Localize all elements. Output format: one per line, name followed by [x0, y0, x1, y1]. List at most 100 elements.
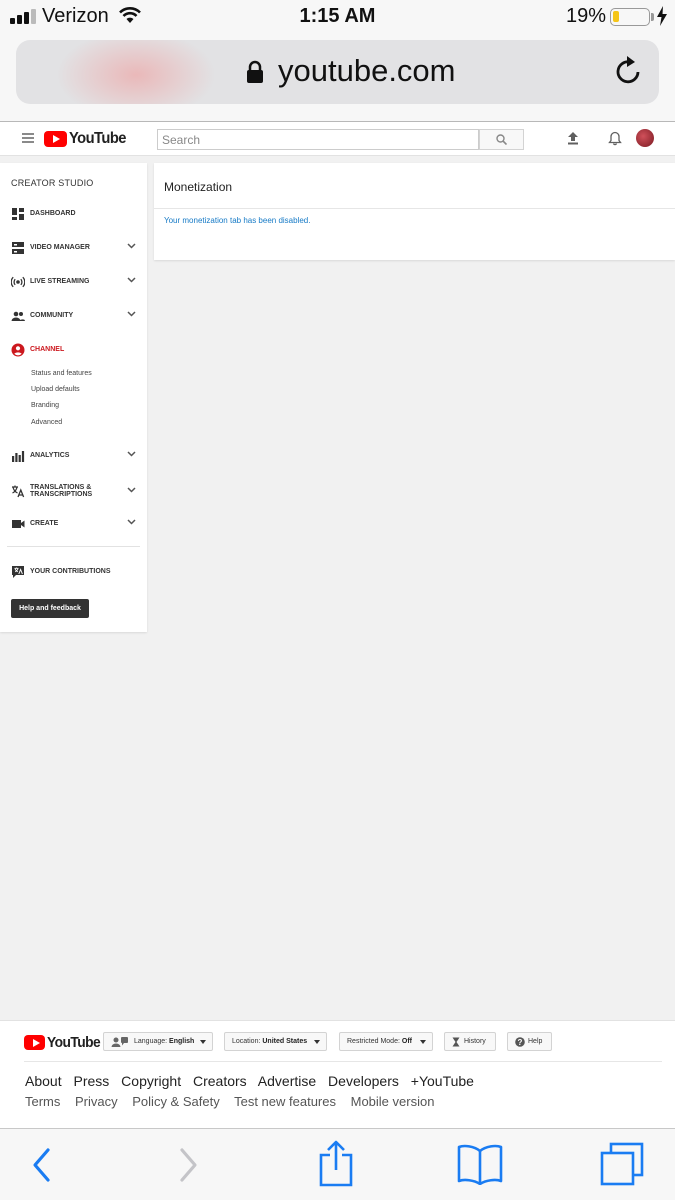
language-picker[interactable]: Language: English — [103, 1032, 213, 1051]
footer-link-advertise[interactable]: Advertise — [258, 1073, 316, 1089]
back-icon[interactable] — [28, 1145, 54, 1185]
channel-subitem-upload-defaults[interactable]: Upload defaults — [31, 386, 80, 393]
footer-link-developers[interactable]: Developers — [328, 1073, 399, 1089]
restricted-mode-picker[interactable]: Restricted Mode: Off — [339, 1032, 433, 1051]
history-button[interactable]: History — [444, 1032, 496, 1051]
address-bar[interactable]: youtube.com — [16, 40, 659, 104]
youtube-masthead: YouTube Search — [0, 122, 675, 156]
create-icon — [12, 520, 25, 528]
language-value: English — [169, 1038, 195, 1045]
chevron-down-icon[interactable] — [127, 311, 136, 317]
chevron-down-icon[interactable] — [127, 277, 136, 283]
hamburger-icon[interactable] — [22, 133, 34, 143]
sidebar-item-channel[interactable]: CHANNEL — [0, 341, 147, 361]
help-icon: ? — [515, 1037, 525, 1047]
share-icon[interactable] — [318, 1139, 354, 1187]
live-streaming-icon — [11, 276, 25, 288]
footer-link-test-new-features[interactable]: Test new features — [234, 1094, 336, 1109]
panel-divider — [154, 208, 675, 209]
caret-down-icon — [200, 1040, 206, 1044]
sidebar-item-label: DASHBOARD — [30, 210, 76, 217]
dashboard-icon — [12, 208, 24, 220]
sidebar-item-dashboard[interactable]: DASHBOARD — [0, 205, 147, 225]
help-button[interactable]: ? Help — [507, 1032, 552, 1051]
footer-link-privacy[interactable]: Privacy — [75, 1094, 118, 1109]
location-label: Location: — [232, 1038, 261, 1045]
channel-subitem-status[interactable]: Status and features — [31, 370, 92, 377]
chevron-down-icon[interactable] — [127, 243, 136, 249]
footer-link-terms[interactable]: Terms — [25, 1094, 60, 1109]
footer-link-press[interactable]: Press — [73, 1073, 109, 1089]
sidebar-item-analytics[interactable]: ANALYTICS — [0, 447, 147, 467]
play-logo-icon — [44, 131, 67, 147]
footer-youtube-logo[interactable]: YouTube — [24, 1034, 105, 1051]
forward-icon[interactable] — [176, 1145, 202, 1185]
video-manager-icon — [12, 242, 24, 254]
upload-icon[interactable] — [566, 131, 580, 145]
url-text: youtube.com — [278, 53, 456, 88]
charging-icon — [657, 6, 667, 26]
safari-toolbar — [0, 1128, 675, 1200]
youtube-logo[interactable]: YouTube — [44, 130, 131, 148]
caret-down-icon — [314, 1040, 320, 1044]
sidebar-item-translations[interactable]: TRANSLATIONS & TRANSCRIPTIONS — [0, 481, 147, 505]
sidebar-item-video-manager[interactable]: VIDEO MANAGER — [0, 239, 147, 259]
sidebar-item-label: VIDEO MANAGER — [30, 244, 90, 251]
caret-down-icon — [420, 1040, 426, 1044]
reload-icon[interactable] — [614, 54, 644, 86]
channel-subitem-branding[interactable]: Branding — [31, 402, 59, 409]
translate-icon — [12, 485, 25, 498]
search-input[interactable]: Search — [157, 129, 479, 150]
chevron-down-icon[interactable] — [127, 519, 136, 525]
sidebar-item-label: TRANSLATIONS & TRANSCRIPTIONS — [30, 484, 93, 498]
logo-text: YouTube — [47, 1034, 101, 1051]
location-picker[interactable]: Location: United States — [224, 1032, 327, 1051]
language-label: Language: — [134, 1038, 168, 1045]
sidebar-item-community[interactable]: COMMUNITY — [0, 307, 147, 327]
chevron-down-icon[interactable] — [127, 451, 136, 457]
avatar[interactable] — [636, 129, 654, 147]
footer-divider — [24, 1061, 662, 1062]
monetization-panel: Monetization Your monetization tab has b… — [154, 163, 675, 260]
svg-text:?: ? — [518, 1038, 523, 1047]
footer-link-copyright[interactable]: Copyright — [121, 1073, 181, 1089]
sidebar-title: CREATOR STUDIO — [11, 178, 94, 188]
bell-icon[interactable] — [608, 131, 622, 146]
sidebar-item-label: COMMUNITY — [30, 312, 74, 319]
chevron-down-icon[interactable] — [127, 487, 136, 493]
channel-icon — [11, 343, 25, 357]
location-value: United States — [262, 1038, 308, 1045]
sidebar-item-label: CREATE — [30, 520, 59, 527]
contributions-icon — [12, 566, 24, 578]
youtube-footer: YouTube Language: English Location: Unit… — [0, 1020, 675, 1128]
tabs-icon[interactable] — [598, 1141, 646, 1187]
language-icon — [111, 1037, 128, 1047]
footer-link-creators[interactable]: Creators — [193, 1073, 247, 1089]
battery-icon — [610, 8, 650, 26]
creator-studio-sidebar: CREATOR STUDIO DASHBOARD VIDEO MANAGER L… — [0, 163, 147, 632]
footer-link-policy-safety[interactable]: Policy & Safety — [132, 1094, 219, 1109]
footer-link-plus-youtube[interactable]: +YouTube — [411, 1073, 474, 1089]
footer-link-mobile-version[interactable]: Mobile version — [351, 1094, 435, 1109]
sidebar-item-label: LIVE STREAMING — [30, 278, 90, 285]
help-and-feedback-button[interactable]: Help and feedback — [11, 599, 89, 618]
bookmarks-icon[interactable] — [456, 1143, 504, 1185]
sidebar-item-label: YOUR CONTRIBUTIONS — [30, 568, 111, 575]
blurred-region — [56, 40, 216, 104]
sidebar-item-your-contributions[interactable]: YOUR CONTRIBUTIONS — [0, 563, 147, 583]
hourglass-icon — [452, 1037, 460, 1047]
battery-percent: 19% — [566, 5, 607, 27]
search-button[interactable] — [479, 129, 524, 150]
battery-nub — [651, 13, 654, 21]
sidebar-item-label: ANALYTICS — [30, 452, 70, 459]
logo-text: YouTube — [69, 130, 126, 147]
footer-link-about[interactable]: About — [25, 1073, 62, 1089]
restricted-mode-value: Off — [401, 1038, 412, 1045]
channel-subitem-advanced[interactable]: Advanced — [31, 419, 62, 426]
sidebar-divider — [7, 546, 140, 547]
help-label: Help — [528, 1038, 543, 1045]
footer-primary-links: About Press Copyright Creators Advertise… — [25, 1073, 482, 1089]
history-label: History — [464, 1038, 486, 1045]
sidebar-item-create[interactable]: CREATE — [0, 515, 147, 535]
sidebar-item-live-streaming[interactable]: LIVE STREAMING — [0, 273, 147, 293]
